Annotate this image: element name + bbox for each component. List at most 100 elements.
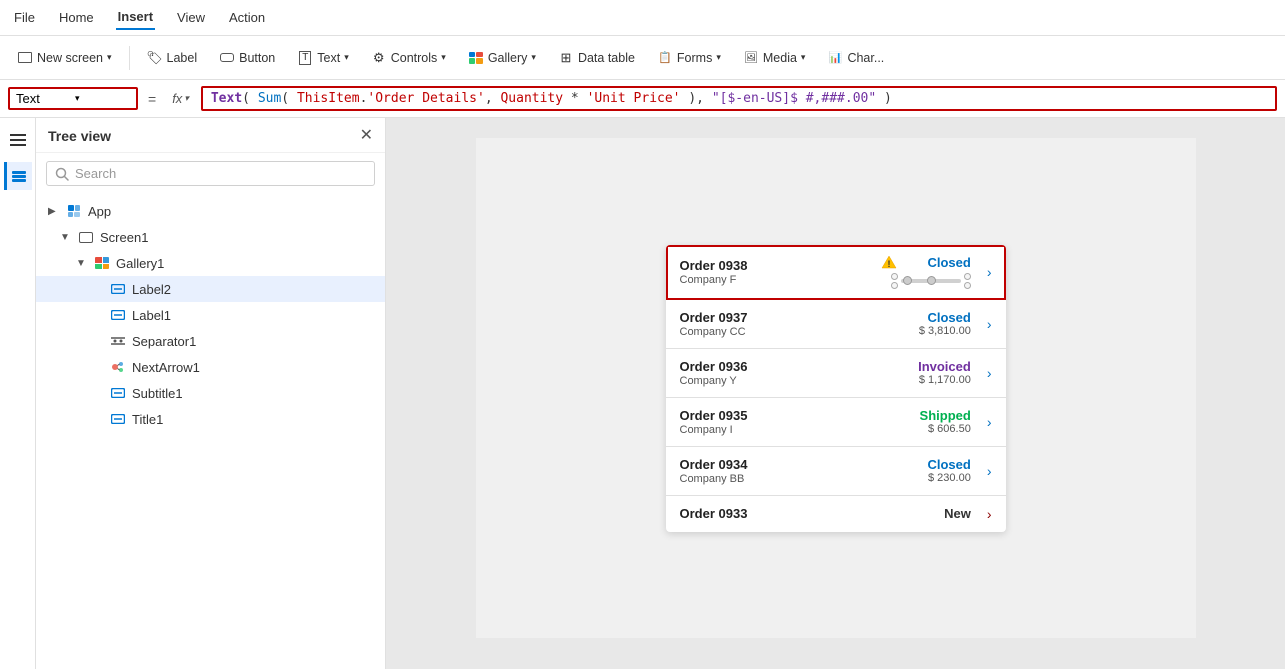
tree-item-app[interactable]: ▶ App [36, 198, 385, 224]
formula-input[interactable]: Text( Sum( ThisItem.'Order Details', Qua… [201, 86, 1277, 111]
menu-bar: File Home Insert View Action [0, 0, 1285, 36]
gallery-row-0937-chevron[interactable]: › [987, 316, 992, 332]
gallery-row-0934-info: Order 0934 Company BB [680, 457, 891, 485]
forms-chevron-icon: ▾ [716, 52, 721, 63]
controls-button[interactable]: ⚙ Controls ▾ [362, 45, 455, 71]
controls-icon: ⚙ [371, 50, 387, 66]
menu-insert[interactable]: Insert [116, 5, 155, 30]
gallery-row-0936-status-area: Invoiced $ 1,170.00 [901, 359, 971, 386]
gallery-row-0934-status-area: Closed $ 230.00 [901, 457, 971, 484]
gallery-btn-label: Gallery [488, 51, 528, 65]
gallery-icon [468, 50, 484, 66]
chart-icon: 📊 [827, 50, 843, 66]
formula-paren2: ( [281, 91, 297, 106]
formula-fx-chevron-icon: ▾ [184, 93, 189, 104]
gallery-row-0933-chevron[interactable]: › [987, 506, 992, 522]
tree-item-separator1-label: Separator1 [132, 334, 196, 349]
tree-item-label1[interactable]: ▶ Label1 [36, 302, 385, 328]
formula-mult: * [563, 91, 586, 106]
gallery-row-0938-slider [891, 273, 971, 289]
text-button[interactable]: T Text ▾ [288, 45, 357, 71]
gallery-row-0935[interactable]: Order 0935 Company I Shipped $ 606.50 › [666, 398, 1006, 447]
media-icon: 🖼 [743, 50, 759, 66]
forms-icon: 📋 [657, 50, 673, 66]
hamburger-icon [10, 134, 26, 146]
label1-expand-icon: ▶ [92, 310, 104, 321]
gallery-row-0933-order: Order 0933 [680, 506, 891, 521]
gallery-row-0936-order: Order 0936 [680, 359, 891, 374]
tree-item-subtitle1[interactable]: ▶ Subtitle1 [36, 380, 385, 406]
gallery-row-0937[interactable]: Order 0937 Company CC Closed $ 3,810.00 … [666, 300, 1006, 349]
gallery-row-0936-chevron[interactable]: › [987, 365, 992, 381]
app-expand-icon: ▶ [48, 206, 60, 217]
tree-item-label1-label: Label1 [132, 308, 171, 323]
gallery-row-0935-order: Order 0935 [680, 408, 891, 423]
layers-button[interactable] [4, 162, 32, 190]
tree-item-app-label: App [88, 204, 111, 219]
sidebar-toggle [0, 118, 36, 669]
tree-item-title1[interactable]: ▶ Title1 [36, 406, 385, 432]
tree-item-label2[interactable]: ▶ Label2 [36, 276, 385, 302]
formula-fx-button[interactable]: fx ▾ [166, 89, 195, 108]
separator1-icon [110, 333, 126, 349]
gallery-row-0936-info: Order 0936 Company Y [680, 359, 891, 387]
tree-item-screen1[interactable]: ▼ Screen1 [36, 224, 385, 250]
app-canvas: Order 0938 Company F ! Closed [476, 138, 1196, 638]
tree-item-nextarrow1-label: NextArrow1 [132, 360, 200, 375]
formula-order-details: 'Order Details' [367, 91, 484, 106]
warning-icon-0938: ! [881, 255, 897, 269]
formula-equals: = [148, 91, 156, 107]
gallery-row-0936[interactable]: Order 0936 Company Y Invoiced $ 1,170.00… [666, 349, 1006, 398]
gallery-row-0935-chevron[interactable]: › [987, 414, 992, 430]
gallery1-icon [94, 255, 110, 271]
formula-name-box[interactable]: Text ▾ [8, 87, 138, 110]
gallery-row-0934-chevron[interactable]: › [987, 463, 992, 479]
gallery-row-0938[interactable]: Order 0938 Company F ! Closed [666, 245, 1006, 300]
controls-btn-label: Controls [391, 51, 438, 65]
slider-track[interactable] [901, 279, 961, 283]
media-button[interactable]: 🖼 Media ▾ [734, 45, 815, 71]
main-layout: Tree view ✕ ▶ [0, 118, 1285, 669]
forms-button[interactable]: 📋 Forms ▾ [648, 45, 730, 71]
tree-close-button[interactable]: ✕ [360, 128, 373, 144]
label-button[interactable]: 🏷 Label [138, 45, 207, 71]
data-table-button[interactable]: ⊞ Data table [549, 45, 644, 71]
gallery-row-0933[interactable]: Order 0933 New › [666, 496, 1006, 532]
gallery-card: Order 0938 Company F ! Closed [666, 245, 1006, 532]
hamburger-menu-button[interactable] [4, 126, 32, 154]
formula-sum-func: Sum [258, 91, 281, 106]
button-btn-label: Button [239, 51, 275, 65]
button-icon [219, 50, 235, 66]
gallery-button[interactable]: Gallery ▾ [459, 45, 545, 71]
tree-item-screen1-label: Screen1 [100, 230, 148, 245]
formula-paren4: ) [876, 91, 892, 106]
gallery-row-0938-chevron[interactable]: › [987, 264, 992, 280]
gallery-row-0938-status-row: ! Closed [881, 255, 971, 270]
formula-fx-label: fx [172, 91, 182, 106]
tree-search-box[interactable] [46, 161, 375, 186]
gallery1-expand-icon: ▼ [76, 258, 88, 269]
tree-item-gallery1[interactable]: ▼ Gallery1 [36, 250, 385, 276]
gallery-row-0935-info: Order 0935 Company I [680, 408, 891, 436]
menu-file[interactable]: File [12, 6, 37, 29]
svg-text:!: ! [887, 259, 890, 269]
formula-paren1: ( [242, 91, 258, 106]
button-button[interactable]: Button [210, 45, 284, 71]
formula-name-chevron-icon: ▾ [75, 93, 130, 104]
title1-icon [110, 411, 126, 427]
menu-view[interactable]: View [175, 6, 207, 29]
title1-expand-icon: ▶ [92, 414, 104, 425]
gallery-row-0938-company: Company F [680, 274, 841, 286]
gallery-row-0937-status-area: Closed $ 3,810.00 [901, 310, 971, 337]
menu-home[interactable]: Home [57, 6, 96, 29]
search-input[interactable] [75, 166, 366, 181]
new-screen-button[interactable]: New screen ▾ [8, 45, 121, 71]
gallery-row-0938-status-area: ! Closed [851, 255, 971, 289]
gallery-row-0934[interactable]: Order 0934 Company BB Closed $ 230.00 › [666, 447, 1006, 496]
toolbar: New screen ▾ 🏷 Label Button T Text ▾ ⚙ C… [0, 36, 1285, 80]
tree-item-separator1[interactable]: ▶ Separator1 [36, 328, 385, 354]
chart-button[interactable]: 📊 Char... [818, 45, 893, 71]
menu-action[interactable]: Action [227, 6, 267, 29]
formula-unit-price: 'Unit Price' [587, 91, 681, 106]
tree-item-nextarrow1[interactable]: ▶ NextArrow1 [36, 354, 385, 380]
